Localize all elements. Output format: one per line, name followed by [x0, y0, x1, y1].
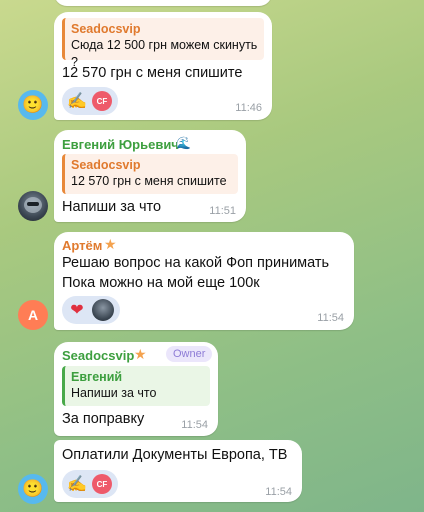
message-text-line2: Пока можно на мой еще 100к: [62, 275, 260, 291]
writing-hand-icon[interactable]: ✍: [66, 90, 88, 112]
quote-sender: Seadocsvip: [71, 22, 141, 36]
quote-sender: Евгений: [71, 370, 123, 384]
owner-badge: Owner: [166, 346, 213, 362]
message-text-line1: Решаю вопрос на какой Фоп принимать: [62, 255, 330, 271]
star-icon: ★: [104, 236, 117, 252]
message-bubble[interactable]: Seadocsvip ★ Owner Евгений Напиши за что…: [54, 342, 218, 436]
message-time: 11:54: [265, 486, 292, 498]
user-avatar-photo[interactable]: [18, 191, 48, 221]
message-text: Оплатили Документы Европа, ТВ: [62, 447, 288, 463]
writing-hand-icon[interactable]: ✍: [66, 473, 88, 495]
user-avatar[interactable]: 🙂: [18, 90, 48, 120]
message-bubble[interactable]: Оплатили Документы Европа, ТВ ✍ CF 11:54: [54, 440, 302, 502]
sender-name[interactable]: Артём: [62, 238, 102, 253]
quote-text: Напиши за что: [71, 386, 157, 400]
heart-icon[interactable]: ❤: [66, 299, 88, 321]
reaction-user-photo[interactable]: [92, 299, 114, 321]
user-avatar[interactable]: 🙂: [18, 474, 48, 504]
message-time: 11:54: [181, 419, 208, 431]
message-bubble[interactable]: Seadocsvip Сюда 12 500 грн можем скинуть…: [54, 12, 272, 120]
message-time: 11:46: [235, 102, 262, 114]
user-avatar-letter[interactable]: A: [18, 300, 48, 330]
reactions-bar[interactable]: ✍ CF: [62, 87, 118, 115]
message-time: 11:51: [209, 205, 236, 217]
message-bubble[interactable]: Артём ★ Решаю вопрос на какой Фоп приним…: [54, 232, 354, 330]
reply-quote[interactable]: Seadocsvip Сюда 12 500 грн можем скинуть…: [62, 18, 264, 69]
smile-emoji-icon: 🙂: [22, 95, 44, 114]
wave-icon: 🌊: [176, 136, 191, 150]
reactions-bar[interactable]: ❤: [62, 296, 120, 324]
quote-text: 12 570 грн с меня спишите: [71, 174, 227, 188]
message-text: За поправку: [62, 411, 145, 427]
message-bubble-previous[interactable]: [54, 0, 272, 6]
message-time: 11:54: [317, 312, 344, 324]
message-text: 12 570 грн с меня спишите: [62, 65, 243, 81]
helmet-photo-icon: [24, 197, 42, 213]
cf-avatar[interactable]: CF: [92, 91, 112, 111]
message-bubble[interactable]: Евгений Юрьевич 🌊 Seadocsvip 12 570 грн …: [54, 130, 246, 222]
reactions-bar[interactable]: ✍ CF: [62, 470, 118, 498]
smile-emoji-icon: 🙂: [22, 479, 44, 498]
sender-name[interactable]: Seadocsvip: [62, 348, 134, 363]
message-text: Напиши за что: [62, 199, 162, 215]
reply-quote[interactable]: Seadocsvip 12 570 грн с меня спишите: [62, 154, 238, 194]
star-icon: ★: [134, 346, 147, 362]
reply-quote[interactable]: Евгений Напиши за что: [62, 366, 210, 406]
cf-avatar[interactable]: CF: [92, 474, 112, 494]
quote-sender: Seadocsvip: [71, 158, 141, 172]
avatar-letter: A: [27, 307, 39, 323]
sender-name[interactable]: Евгений Юрьевич: [62, 137, 179, 152]
